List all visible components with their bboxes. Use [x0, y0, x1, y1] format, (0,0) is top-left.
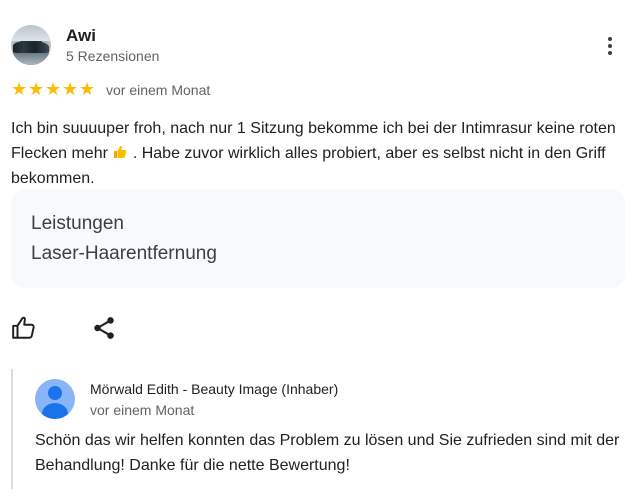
star-icon: ★ — [45, 79, 62, 99]
more-options-button[interactable] — [598, 34, 622, 58]
owner-reply-text: Schön das wir helfen konnten das Problem… — [35, 432, 620, 474]
owner-name: Mörwald Edith - Beauty Image (Inhaber) — [90, 381, 339, 397]
star-icon: ★ — [11, 79, 28, 99]
thumbs-up-outline-icon — [12, 316, 35, 339]
owner-avatar — [35, 379, 75, 419]
review-date: vor einem Monat — [106, 82, 211, 98]
more-vert-icon — [608, 37, 612, 41]
owner-reply-date: vor einem Monat — [90, 402, 195, 418]
services-title: Leistungen — [31, 213, 124, 234]
reviewer-review-count[interactable]: 5 Rezensionen — [66, 48, 159, 64]
services-box: Leistungen Laser-Haarentfernung — [11, 189, 625, 288]
share-icon — [94, 317, 114, 339]
services-value: Laser-Haarentfernung — [31, 243, 217, 264]
star-icon: ★ — [79, 79, 96, 99]
star-icon: ★ — [62, 79, 79, 99]
reviewer-name[interactable]: Awi — [66, 26, 96, 46]
review-text: Ich bin suuuuper froh, nach nur 1 Sitzun… — [11, 116, 626, 191]
like-button[interactable] — [11, 315, 37, 341]
star-rating: ★ ★ ★ ★ ★ — [11, 79, 96, 99]
owner-reply-block: Mörwald Edith - Beauty Image (Inhaber) v… — [11, 369, 633, 489]
reviewer-avatar[interactable] — [11, 25, 51, 65]
thumbs-up-emoji-icon — [114, 145, 127, 158]
star-icon: ★ — [28, 79, 45, 99]
share-button[interactable] — [91, 315, 117, 341]
